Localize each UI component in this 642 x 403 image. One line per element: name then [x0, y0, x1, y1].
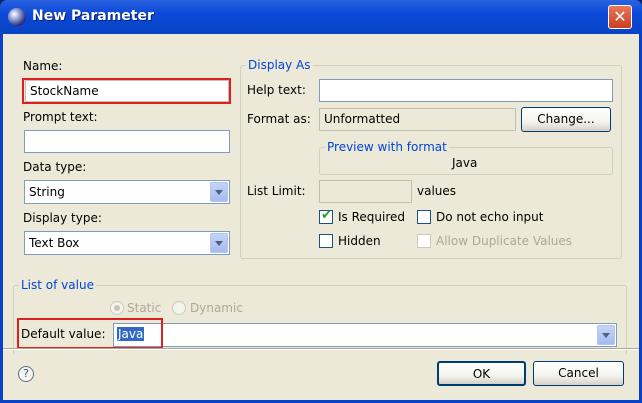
static-label: Static [127, 301, 162, 315]
help-text-label: Help text: [247, 83, 306, 97]
eclipse-icon [8, 8, 26, 26]
chevron-down-icon[interactable] [597, 325, 615, 345]
display-type-select[interactable]: Text Box [24, 231, 230, 255]
do-not-echo-checkbox[interactable] [417, 210, 431, 224]
is-required-label: Is Required [338, 210, 406, 224]
default-value-combo[interactable] [113, 323, 617, 347]
static-radio [110, 301, 124, 315]
help-icon[interactable]: ? [18, 366, 34, 382]
name-label: Name: [23, 59, 63, 73]
display-as-legend: Display As [246, 58, 313, 72]
cancel-button[interactable]: Cancel [533, 361, 624, 386]
close-icon: ✕ [613, 7, 627, 26]
preview-value: Java [452, 156, 478, 170]
data-type-label: Data type: [23, 160, 87, 174]
prompt-text-input[interactable] [24, 130, 230, 153]
display-type-label: Display type: [23, 211, 102, 225]
values-label: values [417, 184, 457, 198]
allow-duplicate-label: Allow Duplicate Values [436, 234, 573, 248]
do-not-echo-label: Do not echo input [436, 210, 544, 224]
chevron-down-icon[interactable] [210, 182, 228, 202]
dynamic-label: Dynamic [190, 301, 243, 315]
prompt-text-label: Prompt text: [23, 110, 98, 124]
dynamic-radio [172, 301, 186, 315]
format-as-label: Format as: [247, 112, 311, 126]
data-type-select[interactable]: String [24, 180, 230, 204]
name-input[interactable]: StockName [25, 80, 229, 102]
preview-legend: Preview with format [325, 140, 449, 154]
hidden-checkbox[interactable] [319, 234, 333, 248]
data-type-value: String [29, 185, 65, 199]
format-as-field: Unformatted [319, 108, 516, 131]
display-type-value: Text Box [29, 236, 80, 250]
list-limit-input [319, 180, 412, 203]
help-text-input[interactable] [319, 79, 613, 102]
chevron-down-icon[interactable] [210, 233, 228, 253]
hidden-label: Hidden [338, 234, 381, 248]
window-title: New Parameter [32, 8, 154, 24]
list-limit-label: List Limit: [247, 184, 306, 198]
allow-duplicate-checkbox [417, 234, 431, 248]
default-value-label: Default value: [21, 327, 106, 341]
ok-button[interactable]: OK [437, 361, 526, 386]
list-of-value-legend: List of value [19, 278, 96, 292]
default-value-selected-text: Java [117, 327, 145, 341]
footer-separator [3, 348, 639, 350]
close-button[interactable]: ✕ [608, 5, 632, 29]
is-required-checkbox[interactable] [319, 208, 333, 224]
change-format-button[interactable]: Change... [521, 107, 611, 132]
default-value-input[interactable]: Java [117, 327, 145, 341]
